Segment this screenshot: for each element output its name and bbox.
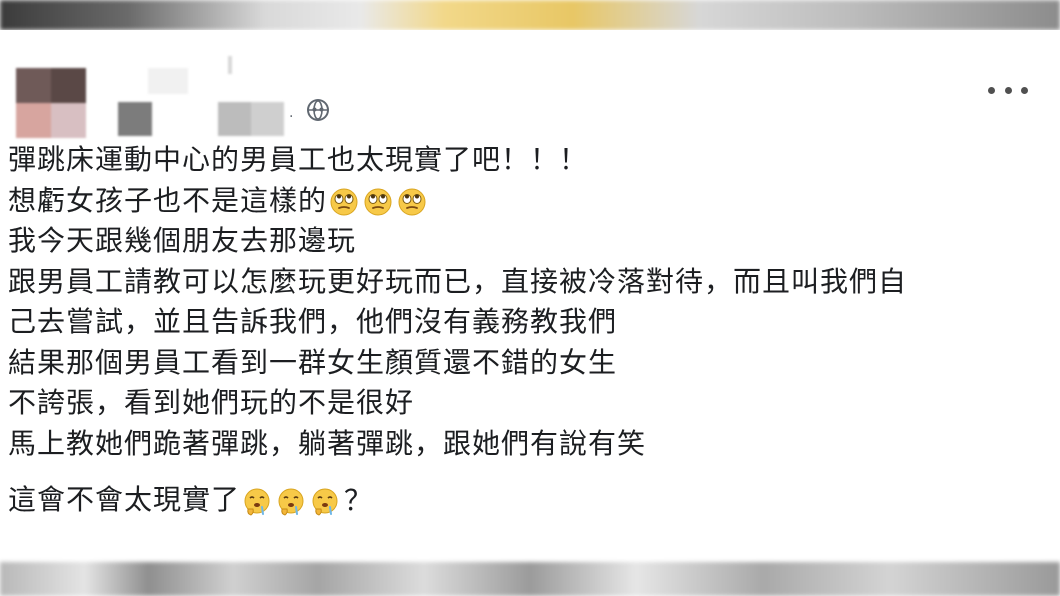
eye-roll-emoji-icon xyxy=(364,188,392,216)
meta-separator: · xyxy=(289,109,294,125)
post-line-8: 馬上教她們跪著彈跳，躺著彈跳，跟她們有說有笑 xyxy=(8,426,647,460)
question-mark: ？ xyxy=(344,483,374,517)
more-options-icon[interactable] xyxy=(988,80,1028,100)
post-line-2-text: 想虧女孩子也不是這樣的 xyxy=(8,183,328,217)
drooling-thinking-emoji-icon xyxy=(244,488,270,516)
post-line-7: 不誇張，看到她們玩的不是很好 xyxy=(8,386,415,419)
drooling-thinking-emoji-icon xyxy=(278,488,304,516)
post-text: 彈跳床運動中心的男員工也太現實了吧！！！ 想虧女孩子也不是這樣的 我今天跟幾個朋… xyxy=(8,140,1053,521)
post-line-9-text: 這會不會太現實了 xyxy=(8,483,241,516)
post-line-4: 跟男員工請教可以怎麼玩更好玩而已，直接被冷落對待，而且叫我們自 xyxy=(8,264,908,298)
blurred-background-top xyxy=(0,0,1060,30)
drooling-emoji-group xyxy=(242,481,344,522)
drooling-thinking-emoji-icon xyxy=(312,488,338,516)
blurred-background-bottom xyxy=(0,562,1060,596)
globe-icon[interactable] xyxy=(305,97,331,123)
eye-roll-emoji-icon xyxy=(330,188,358,216)
eye-roll-emoji-icon xyxy=(398,188,426,216)
post-line-9: 這會不會太現實了 ？ xyxy=(8,480,1053,521)
avatar[interactable] xyxy=(16,68,86,138)
post-line-3: 我今天跟幾個朋友去那邊玩 xyxy=(8,224,357,257)
post-line-6: 結果那個男員工看到一群女生顏質還不錯的女生 xyxy=(8,345,618,379)
post-line-2: 想虧女孩子也不是這樣的 xyxy=(8,181,1053,222)
post-line-5: 己去嘗試，並且告訴我們，他們沒有義務教我們 xyxy=(8,305,618,338)
eye-roll-emoji-group xyxy=(329,181,431,222)
post-line-1: 彈跳床運動中心的男員工也太現實了吧！！！ xyxy=(8,143,589,176)
